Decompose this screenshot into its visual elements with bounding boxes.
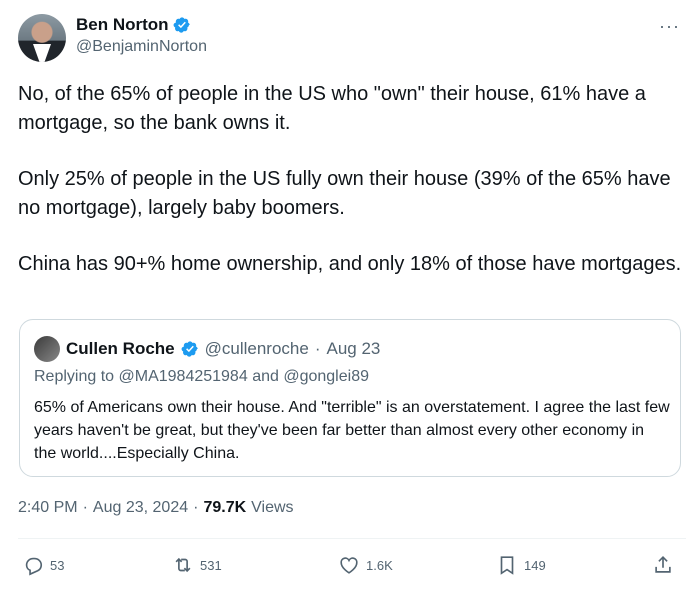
quoted-author-name[interactable]: Cullen Roche (66, 339, 175, 359)
views-label: Views (251, 499, 294, 516)
tweet-text: No, of the 65% of people in the US who "… (18, 80, 686, 306)
verified-badge-icon (181, 341, 198, 357)
like-count: 1.6K (366, 557, 393, 573)
tweet-date[interactable]: Aug 23, 2024 (93, 499, 188, 517)
meta-separator: · (82, 499, 88, 516)
quoted-author-handle[interactable]: @cullenroche (205, 339, 309, 359)
retweet-count: 531 (200, 557, 222, 573)
share-button[interactable] (652, 554, 674, 576)
quoted-author-avatar[interactable] (34, 336, 60, 362)
reply-and: and (252, 368, 279, 385)
author-avatar[interactable] (18, 14, 66, 62)
like-icon (340, 557, 358, 574)
more-icon[interactable]: ··· (659, 16, 680, 37)
retweet-button[interactable]: 531 (172, 554, 222, 576)
replying-to: Replying to @MA1984251984 and @gonglei89 (34, 368, 369, 386)
tweet-paragraph: No, of the 65% of people in the US who "… (18, 83, 646, 134)
replying-prefix: Replying to (34, 368, 115, 385)
divider (18, 538, 686, 539)
share-icon (655, 556, 671, 573)
quoted-tweet-text: 65% of Americans own their house. And "t… (34, 399, 670, 462)
reply-mention-1[interactable]: @MA1984251984 (119, 368, 248, 385)
author-display-name-row[interactable]: Ben Norton (76, 14, 191, 36)
reply-count: 53 (50, 557, 65, 573)
meta-separator: · (193, 499, 199, 516)
tweet-paragraph: Only 25% of people in the US fully own t… (18, 168, 671, 219)
views-count: 79.7K (203, 499, 247, 516)
tweet-meta: 2:40 PM · Aug 23, 2024 · 79.7K Views (18, 499, 294, 517)
quoted-tweet[interactable]: Cullen Roche @cullenroche · Aug 23 Reply… (19, 319, 681, 477)
quoted-separator: · (314, 339, 321, 358)
tweet-header: Ben Norton @BenjaminNorton ··· (18, 12, 686, 64)
reply-button[interactable]: 53 (22, 554, 64, 576)
quoted-date[interactable]: Aug 23 (327, 339, 381, 359)
action-bar: 53 531 1.6K 149 (20, 554, 680, 584)
bookmark-button[interactable]: 149 (496, 554, 546, 576)
tweet-time[interactable]: 2:40 PM (18, 499, 78, 517)
bookmark-count: 149 (524, 557, 546, 573)
reply-icon (25, 557, 43, 576)
quoted-tweet-header: Cullen Roche @cullenroche · Aug 23 (34, 336, 380, 362)
tweet-paragraph: China has 90+% home ownership, and only … (18, 253, 682, 275)
like-button[interactable]: 1.6K (338, 554, 393, 576)
author-handle[interactable]: @BenjaminNorton (76, 36, 207, 58)
author-display-name[interactable]: Ben Norton (76, 14, 169, 36)
bookmark-icon (500, 556, 514, 575)
author-names: Ben Norton @BenjaminNorton (76, 14, 207, 58)
verified-badge-icon (173, 17, 190, 33)
reply-mention-2[interactable]: @gonglei89 (283, 368, 369, 385)
retweet-icon (175, 557, 191, 573)
